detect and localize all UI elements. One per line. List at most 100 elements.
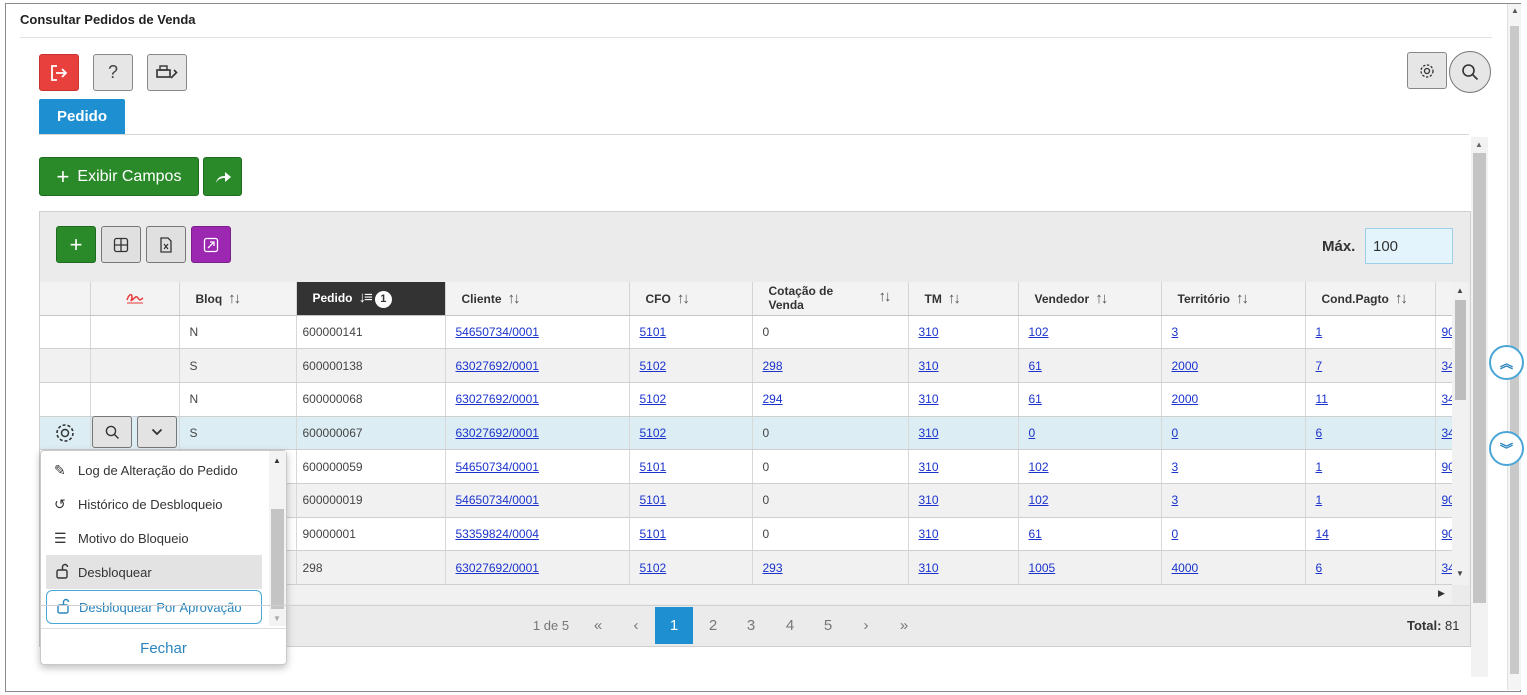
- column-header-territorio[interactable]: Território ↑↓: [1161, 282, 1306, 316]
- page-button-4[interactable]: 4: [771, 607, 809, 644]
- tm-value[interactable]: 310: [919, 493, 939, 507]
- vendedor-value[interactable]: 102: [1029, 325, 1049, 339]
- export-excel-button[interactable]: [146, 226, 186, 263]
- help-button[interactable]: ?: [93, 54, 133, 91]
- menu-scrollbar[interactable]: ▲ ▼: [269, 451, 286, 626]
- territorio-value[interactable]: 3: [1172, 493, 1179, 507]
- cliente-value[interactable]: 54650734/0001: [456, 493, 539, 507]
- extra-value[interactable]: 34: [1442, 426, 1453, 440]
- row-settings-button[interactable]: [44, 416, 86, 449]
- row-view-button[interactable]: [92, 416, 132, 448]
- condpagto-value[interactable]: 1: [1316, 325, 1323, 339]
- tm-value[interactable]: 310: [919, 527, 939, 541]
- cotacao-value[interactable]: 298: [763, 359, 783, 373]
- extra-value[interactable]: 34: [1442, 359, 1453, 373]
- cliente-value[interactable]: 63027692/0001: [456, 561, 539, 575]
- cliente-value[interactable]: 63027692/0001: [456, 392, 539, 406]
- cfo-value[interactable]: 5102: [640, 561, 667, 575]
- scroll-bottom-button[interactable]: ︾: [1489, 431, 1524, 466]
- column-header-cliente[interactable]: Cliente ↑↓: [445, 282, 630, 316]
- share-button[interactable]: [203, 157, 242, 196]
- condpagto-value[interactable]: 6: [1316, 426, 1323, 440]
- tm-value[interactable]: 310: [919, 325, 939, 339]
- exibir-campos-button[interactable]: + Exibir Campos: [39, 157, 199, 196]
- menu-item-log-alteracao[interactable]: ✎ Log de Alteração do Pedido: [46, 453, 262, 487]
- extra-value[interactable]: 90: [1442, 325, 1453, 339]
- column-header-cotacao[interactable]: Cotação de Venda ↑↓: [752, 282, 909, 316]
- extra-value[interactable]: 90: [1442, 493, 1453, 507]
- content-scrollbar[interactable]: ▲: [1471, 137, 1488, 677]
- column-header-signature[interactable]: [90, 282, 180, 316]
- expand-grid-button[interactable]: [191, 226, 231, 263]
- cliente-value[interactable]: 63027692/0001: [456, 426, 539, 440]
- print-settings-button[interactable]: [147, 54, 187, 91]
- cfo-value[interactable]: 5101: [640, 460, 667, 474]
- vendedor-value[interactable]: 61: [1029, 359, 1042, 373]
- extra-value[interactable]: 90: [1442, 527, 1453, 541]
- condpagto-value[interactable]: 14: [1316, 527, 1329, 541]
- page-button-1[interactable]: 1: [655, 607, 693, 644]
- extra-value[interactable]: 90: [1442, 460, 1453, 474]
- menu-item-desbloquear-aprovacao[interactable]: Desbloquear Por Aprovação: [46, 590, 262, 624]
- exit-button[interactable]: [39, 54, 79, 91]
- tm-value[interactable]: 310: [919, 426, 939, 440]
- column-header-vendedor[interactable]: Vendedor ↑↓: [1018, 282, 1162, 316]
- table-row[interactable]: S 600000067 63027692/0001 5102 0 310 0 0 6 34: [40, 416, 1453, 451]
- column-header-pedido[interactable]: Pedido ↓≡ 1: [296, 282, 446, 316]
- territorio-value[interactable]: 3: [1172, 460, 1179, 474]
- vendedor-value[interactable]: 61: [1029, 527, 1042, 541]
- condpagto-value[interactable]: 7: [1316, 359, 1323, 373]
- vendedor-value[interactable]: 61: [1029, 392, 1042, 406]
- column-header-cfo[interactable]: CFO ↑↓: [629, 282, 753, 316]
- cfo-value[interactable]: 5101: [640, 493, 667, 507]
- vendedor-value[interactable]: 102: [1029, 493, 1049, 507]
- cfo-value[interactable]: 5102: [640, 426, 667, 440]
- content-scroll-up-icon[interactable]: ▲: [1475, 140, 1483, 149]
- grid-layout-button[interactable]: [101, 226, 141, 263]
- column-header-condpagto[interactable]: Cond.Pagto ↑↓: [1305, 282, 1436, 316]
- table-scroll-right-icon[interactable]: ▶: [1438, 588, 1445, 599]
- table-scroll-down-icon[interactable]: ▼: [1456, 569, 1464, 578]
- menu-item-historico-desbloqueio[interactable]: ↺ Histórico de Desbloqueio: [46, 487, 262, 521]
- tm-value[interactable]: 310: [919, 460, 939, 474]
- column-header-bloq[interactable]: Bloq ↑↓: [179, 282, 297, 316]
- column-header-tm[interactable]: TM ↑↓: [908, 282, 1019, 316]
- scroll-top-button[interactable]: ︽: [1489, 345, 1524, 380]
- vendedor-value[interactable]: 102: [1029, 460, 1049, 474]
- condpagto-value[interactable]: 1: [1316, 460, 1323, 474]
- page-button-2[interactable]: 2: [694, 607, 732, 644]
- last-page-button[interactable]: »: [886, 607, 922, 644]
- condpagto-value[interactable]: 1: [1316, 493, 1323, 507]
- menu-scroll-thumb[interactable]: [271, 509, 284, 609]
- add-row-button[interactable]: +: [56, 226, 96, 263]
- cliente-value[interactable]: 53359824/0004: [456, 527, 539, 541]
- territorio-value[interactable]: 0: [1172, 527, 1179, 541]
- scroll-up-icon[interactable]: ▲: [1511, 6, 1519, 15]
- cliente-value[interactable]: 54650734/0001: [456, 325, 539, 339]
- next-page-button[interactable]: ›: [848, 607, 884, 644]
- tab-pedido[interactable]: Pedido: [39, 99, 125, 134]
- prev-page-button[interactable]: ‹: [618, 607, 654, 644]
- cliente-value[interactable]: 54650734/0001: [456, 460, 539, 474]
- cfo-value[interactable]: 5102: [640, 392, 667, 406]
- vendedor-value[interactable]: 1005: [1029, 561, 1056, 575]
- vendedor-value[interactable]: 0: [1029, 426, 1036, 440]
- cliente-value[interactable]: 63027692/0001: [456, 359, 539, 373]
- extra-value[interactable]: 34: [1442, 392, 1453, 406]
- territorio-value[interactable]: 3: [1172, 325, 1179, 339]
- page-button-3[interactable]: 3: [732, 607, 770, 644]
- condpagto-value[interactable]: 6: [1316, 561, 1323, 575]
- territorio-value[interactable]: 2000: [1172, 359, 1199, 373]
- menu-item-motivo-bloqueio[interactable]: ☰ Motivo do Bloqueio: [46, 521, 262, 555]
- search-button[interactable]: [1449, 51, 1491, 93]
- menu-item-desbloquear[interactable]: Desbloquear: [46, 555, 262, 589]
- cfo-value[interactable]: 5101: [640, 527, 667, 541]
- tm-value[interactable]: 310: [919, 561, 939, 575]
- cfo-value[interactable]: 5101: [640, 325, 667, 339]
- table-vertical-scrollbar[interactable]: ▲ ▼: [1452, 282, 1469, 585]
- max-input[interactable]: [1365, 228, 1453, 264]
- table-row[interactable]: S 600000138 63027692/0001 5102 298 310 61 2000 7…: [40, 348, 1453, 383]
- table-scroll-thumb[interactable]: [1455, 300, 1466, 400]
- condpagto-value[interactable]: 11: [1316, 392, 1328, 406]
- territorio-value[interactable]: 0: [1172, 426, 1179, 440]
